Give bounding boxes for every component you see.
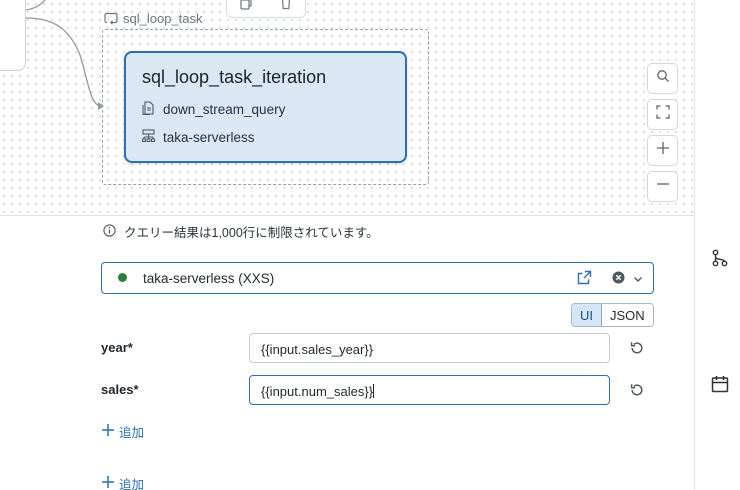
param-label-year: year* <box>101 340 133 355</box>
task-compute-name: taka-serverless <box>163 129 255 145</box>
search-icon <box>656 69 670 88</box>
workflow-icon[interactable] <box>711 249 729 267</box>
zoom-in-button[interactable] <box>647 135 678 166</box>
warehouse-status-dot <box>118 273 127 282</box>
open-external-icon[interactable] <box>577 270 592 290</box>
add-other-button[interactable]: 追加 <box>101 474 144 490</box>
right-rail <box>694 0 740 490</box>
param-input-year[interactable]: {{input.sales_year}} <box>249 333 610 363</box>
zoom-in-icon <box>656 141 670 160</box>
task-title: sql_loop_task_iteration <box>142 67 327 87</box>
plus-icon <box>101 475 115 490</box>
param-input-sales[interactable]: {{input.num_sales}} <box>249 375 610 405</box>
loop-task-label: sql_loop_task <box>104 11 203 26</box>
warehouse-name: taka-serverless (XXS) <box>143 271 275 286</box>
edge-to-loop <box>25 17 101 107</box>
text-caret <box>373 384 375 398</box>
copy-icon[interactable] <box>239 0 254 15</box>
param-value-sales: {{input.num_sales}} <box>261 384 374 399</box>
loop-icon <box>104 12 118 26</box>
sql-warehouse-icon <box>142 129 155 145</box>
task-node-card[interactable]: sql_loop_task_iteration down_stream_quer… <box>124 51 407 163</box>
task-compute-row: taka-serverless <box>142 129 255 145</box>
plus-icon <box>101 423 115 440</box>
search-button[interactable] <box>647 63 678 94</box>
fit-view-icon <box>655 105 670 124</box>
info-icon <box>103 223 116 240</box>
param-value-year: {{input.sales_year}} <box>261 342 374 357</box>
add-other-label: 追加 <box>119 478 145 490</box>
chevron-down-icon[interactable] <box>633 271 643 289</box>
edge-upper <box>25 0 46 11</box>
loop-task-name: sql_loop_task <box>123 11 203 26</box>
toggle-json[interactable]: JSON <box>602 304 653 326</box>
query-file-icon <box>142 101 155 118</box>
info-message: クエリー結果は1,000行に制限されています。 <box>124 226 379 240</box>
node-toolbar <box>226 0 306 18</box>
clear-icon[interactable] <box>612 271 625 289</box>
calendar-icon[interactable] <box>711 375 729 393</box>
toggle-ui[interactable]: UI <box>572 304 602 326</box>
reset-sales-icon[interactable] <box>629 382 645 398</box>
add-parameter-button[interactable]: 追加 <box>101 422 144 441</box>
reset-year-icon[interactable] <box>629 340 645 356</box>
zoom-out-icon <box>656 177 670 196</box>
trash-icon[interactable] <box>279 0 293 15</box>
ui-json-toggle: UI JSON <box>571 303 654 327</box>
zoom-out-button[interactable] <box>647 171 678 202</box>
sql-warehouse-select[interactable]: taka-serverless (XXS) <box>101 262 654 294</box>
dag-canvas[interactable]: sql_loop_task sql_loop_task_iteration do… <box>0 0 694 216</box>
add-parameter-label: 追加 <box>119 426 145 440</box>
query-limit-info: クエリー結果は1,000行に制限されています。 <box>103 222 379 241</box>
select-tools <box>577 270 643 290</box>
param-label-sales: sales* <box>101 382 139 397</box>
fit-view-button[interactable] <box>647 99 678 130</box>
task-query-row: down_stream_query <box>142 101 285 118</box>
task-query-name: down_stream_query <box>163 102 286 117</box>
